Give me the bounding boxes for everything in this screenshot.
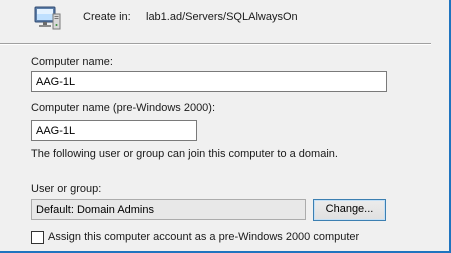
change-button[interactable]: Change... (313, 199, 386, 221)
join-permission-note: The following user or group can join thi… (31, 148, 338, 160)
user-or-group-label: User or group: (31, 183, 102, 195)
dialog-header: Create in: lab1.ad/Servers/SQLAlwaysOn (0, 0, 449, 43)
user-or-group-field (31, 199, 306, 220)
header-separator (0, 43, 431, 45)
pre-windows-2000-checkbox-label[interactable]: Assign this computer account as a pre-Wi… (48, 231, 359, 243)
computer-name-input[interactable] (31, 71, 387, 92)
computer-name-label: Computer name: (31, 56, 113, 68)
create-in-path: lab1.ad/Servers/SQLAlwaysOn (146, 11, 298, 23)
computer-icon (33, 5, 61, 31)
create-in-label: Create in: (83, 11, 131, 23)
pre-windows-2000-name-label: Computer name (pre-Windows 2000): (31, 102, 216, 114)
pre-windows-2000-name-input[interactable] (31, 120, 197, 141)
pre-windows-2000-checkbox[interactable] (31, 231, 44, 244)
